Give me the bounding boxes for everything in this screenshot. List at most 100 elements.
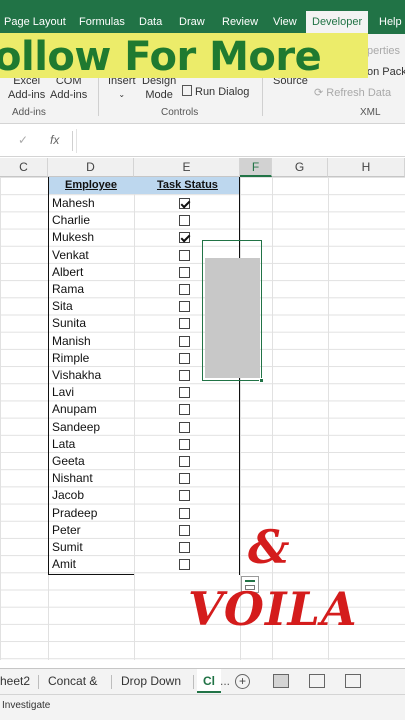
voila-overlay: VOILA	[188, 582, 358, 636]
status-bar: Investigate	[0, 694, 405, 720]
task-status-checkbox[interactable]	[179, 232, 190, 244]
banner-text: ollow For More	[0, 34, 322, 80]
task-status-checkbox[interactable]	[179, 507, 190, 519]
follow-banner: ollow For More	[0, 33, 368, 80]
employee-name: Peter	[52, 522, 81, 537]
employee-name: Rama	[52, 282, 85, 296]
refresh-icon: ⟳	[314, 87, 324, 99]
task-status-checkbox[interactable]	[179, 198, 190, 209]
excel-addins-label-2: Add-ins	[8, 89, 46, 101]
task-status-checkbox[interactable]	[179, 559, 190, 571]
task-status-checkbox[interactable]	[179, 301, 190, 313]
task-status-checkbox[interactable]	[179, 335, 190, 347]
employee-name: Lavi	[52, 385, 75, 400]
employee-name: Mahesh	[52, 196, 95, 210]
sheet-tab-separator	[111, 675, 112, 689]
employee-name: Sita	[52, 299, 73, 314]
sheet-tab-drop-down[interactable]: Drop Down	[121, 674, 181, 688]
com-addins-label-2: Add-ins	[50, 89, 88, 101]
sheet-tab-sheet2[interactable]: heet2	[0, 674, 30, 688]
tab-draw[interactable]: Draw	[179, 16, 205, 28]
task-status-checkbox[interactable]	[179, 524, 190, 536]
employee-name: Geeta	[52, 454, 85, 468]
employee-name: Sandeep	[52, 419, 101, 434]
sheet-tab-concat[interactable]: Concat &	[48, 674, 97, 688]
task-status-checkbox[interactable]	[179, 438, 190, 450]
tab-formulas[interactable]: Formulas	[79, 16, 125, 28]
employee-name: Vishakha	[52, 368, 102, 382]
employee-name: Rimple	[52, 350, 90, 365]
employee-name: Amit	[52, 557, 76, 572]
normal-view-icon[interactable]	[273, 674, 289, 688]
employee-name: Anupam	[52, 402, 97, 417]
task-status-checkbox[interactable]	[179, 421, 190, 433]
column-header-h[interactable]: H	[328, 158, 405, 177]
column-header-e[interactable]: E	[134, 158, 240, 177]
task-status-checkbox[interactable]	[179, 318, 190, 330]
task-status-header: Task Status	[157, 179, 218, 191]
addins-group-label: Add-ins	[12, 107, 46, 118]
formula-input[interactable]	[76, 129, 405, 153]
map-properties-button[interactable]: perties	[367, 44, 400, 58]
tab-review[interactable]: Review	[222, 16, 258, 28]
column-header-c[interactable]: C	[0, 158, 48, 177]
task-status-checkbox[interactable]	[179, 215, 190, 227]
column-header-f[interactable]: F	[240, 158, 272, 177]
tab-developer[interactable]: Developer	[306, 11, 369, 34]
tab-view[interactable]: View	[273, 16, 297, 28]
employee-name: Charlie	[52, 213, 91, 228]
task-status-checkbox[interactable]	[179, 284, 190, 295]
employee-name: Lata	[52, 436, 76, 451]
tab-page-layout[interactable]: Page Layout	[4, 16, 66, 28]
tab-help[interactable]: Help	[379, 16, 402, 28]
table-border-bottom	[48, 574, 134, 575]
status-text: Investigate	[2, 700, 51, 711]
enter-check-icon[interactable]: ✓	[18, 133, 28, 147]
xml-group-label: XML	[360, 107, 381, 118]
employee-name: Pradeep	[52, 505, 98, 520]
task-status-checkbox[interactable]	[179, 266, 190, 278]
task-status-checkbox[interactable]	[179, 456, 190, 467]
column-header-d[interactable]: D	[48, 158, 134, 177]
formula-bar-separator	[72, 131, 73, 151]
employee-name: Venkat	[52, 247, 89, 262]
task-status-checkbox[interactable]	[179, 387, 190, 399]
sheet-tab-bar: heet2 Concat & Drop Down Cl ... +	[0, 668, 405, 694]
design-mode-label-2: Mode	[145, 89, 173, 101]
column-header-g[interactable]: G	[272, 158, 328, 177]
selected-range[interactable]	[202, 240, 262, 381]
chevron-down-icon: ⌄	[118, 90, 126, 99]
more-sheets-icon[interactable]: ...	[220, 674, 230, 688]
run-dialog-button[interactable]: Run Dialog	[182, 85, 249, 99]
task-status-checkbox[interactable]	[179, 352, 190, 364]
insert-function-icon[interactable]: fx	[50, 133, 59, 147]
dialog-icon	[182, 85, 192, 96]
ampersand-overlay: &	[248, 520, 290, 574]
employee-name: Mukesh	[52, 230, 95, 245]
expansion-packs-button[interactable]: on Packs	[367, 65, 405, 79]
page-break-view-icon[interactable]	[345, 674, 361, 688]
task-status-checkbox[interactable]	[179, 249, 190, 261]
controls-group-label: Controls	[161, 107, 199, 118]
add-sheet-icon[interactable]: +	[235, 674, 250, 689]
tab-data[interactable]: Data	[139, 16, 162, 28]
page-layout-view-icon[interactable]	[309, 674, 325, 688]
fill-handle[interactable]	[259, 378, 264, 383]
formula-bar: ✓ fx	[0, 125, 405, 157]
ribbon-tab-bar: Page Layout Formulas Data Draw Review Vi…	[0, 0, 405, 34]
task-status-checkbox[interactable]	[179, 542, 190, 553]
sheet-tab-active[interactable]: Cl	[197, 669, 221, 693]
employee-name: Manish	[52, 333, 91, 348]
task-status-checkbox[interactable]	[179, 473, 190, 485]
refresh-data-label: Refresh Data	[326, 87, 392, 99]
task-status-checkbox[interactable]	[179, 490, 190, 502]
sheet-tab-separator	[38, 675, 39, 689]
sheet-tab-separator	[193, 675, 194, 689]
task-status-checkbox[interactable]	[179, 370, 190, 381]
run-dialog-label: Run Dialog	[195, 86, 250, 98]
refresh-data-button[interactable]: ⟳ Refresh Data	[314, 86, 391, 100]
employee-name: Jacob	[52, 488, 85, 503]
employee-name: Albert	[52, 264, 84, 279]
task-status-checkbox[interactable]	[179, 404, 190, 416]
table-border-left	[48, 177, 49, 575]
